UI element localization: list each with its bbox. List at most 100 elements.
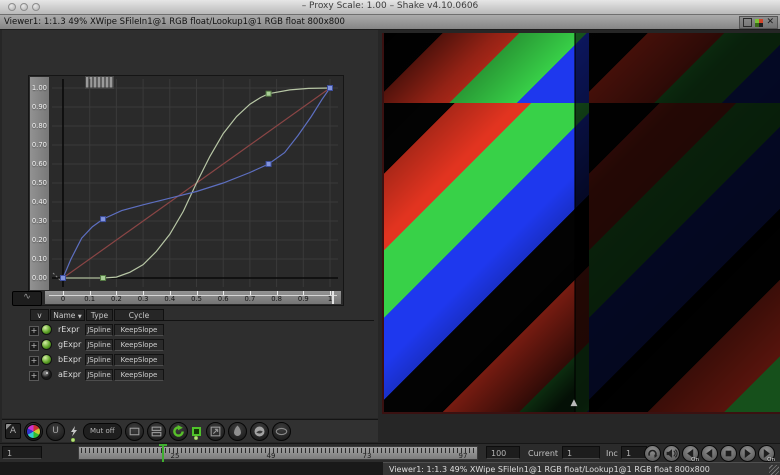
y-tick-label: 0.30 [30,217,47,225]
expand-row-button[interactable]: + [29,326,39,336]
current-label: Current [528,449,558,458]
window-title: – Proxy Scale: 1.00 – Shake v4.10.0606 [0,1,780,11]
y-tick-label: 0.70 [30,141,47,149]
y-tick-label: 0.60 [30,160,47,168]
curve-plot[interactable] [50,77,340,289]
y-tick-label: 0.10 [30,255,47,263]
x-tick-label: 0.9 [295,295,311,303]
viewer-status-text: Viewer1: 1:1.3 49% XWipe SFileIn1@1 RGB … [389,465,710,474]
inc-label: Inc [606,449,618,458]
column-header-visible[interactable]: v [30,309,49,321]
window-titlebar: – Proxy Scale: 1.00 – Shake v4.10.0606 [0,0,780,15]
wipe-right-image [575,33,780,412]
viewer-status-bar: Viewer1: 1:1.3 49% XWipe SFileIn1@1 RGB … [383,462,780,475]
green-square-icon [192,427,201,436]
x-tick-label: 1 [322,295,338,303]
play-button[interactable] [739,445,756,462]
range-end-field[interactable] [486,446,520,459]
keyframe-point[interactable] [61,276,66,281]
expand-row-button[interactable]: + [29,356,39,366]
wipe-left-image [384,33,575,412]
y-tick-label: 0.90 [30,103,47,111]
curve-visibility-knob[interactable] [41,339,52,350]
viewer-image-area[interactable]: ▲ [382,33,780,414]
y-tick-label: 0.20 [30,236,47,244]
wipe-handle-icon[interactable]: ▲ [568,397,580,411]
frame-button[interactable] [125,422,144,441]
compare-button[interactable] [147,422,166,441]
transport-controls: On On [644,445,775,462]
panel-square-icon[interactable] [743,18,752,27]
y-axis-zoom-strip[interactable]: 1.00 0.90 0.80 0.70 0.60 0.50 0.40 0.30 0.20 0.10… [30,77,49,290]
prev-key-button[interactable]: On [682,445,699,462]
y-tick-label: 0.80 [30,122,47,130]
indicator-button[interactable] [191,427,203,436]
strip-end-handle[interactable] [332,291,334,304]
update-mode-button[interactable] [169,422,188,441]
range-start-field[interactable] [2,446,42,459]
curve-name: rExpr [58,325,79,334]
keyframe-point[interactable] [328,86,333,91]
close-x-icon[interactable]: ✕ [766,18,774,27]
audio-button[interactable] [663,445,680,462]
column-header-cycle[interactable]: Cycle [114,309,164,321]
column-header-type[interactable]: Type [86,309,113,321]
curve-cycle-button[interactable]: KeepSlope [114,324,164,336]
x-tick-label: 0.8 [269,295,285,303]
flipbook-button[interactable] [228,422,247,441]
curve-visibility-knob[interactable] [41,324,52,335]
curve-cycle-button[interactable]: KeepSlope [114,354,164,366]
autokey-button[interactable]: A [5,423,21,439]
y-tick-label: 0.00 [30,274,47,282]
y-tick-label: 0.50 [30,179,47,187]
fit-curves-button[interactable]: ∿ [12,291,42,306]
thumbnail-grid-icon[interactable] [755,19,763,27]
color-wheel-icon [26,424,41,439]
keyframe-point[interactable] [266,91,271,96]
curve-cycle-button[interactable]: KeepSlope [114,369,164,381]
time-bar: 25497397 Current Inc On On [0,443,780,463]
bottom-toolbar: A U Mut off [2,419,378,442]
viewer-bar-buttons: ✕ [739,16,778,29]
curve-name: aExpr [58,370,81,379]
shake-window: – Proxy Scale: 1.00 – Shake v4.10.0606 V… [0,0,780,475]
curve-type-button[interactable]: JSpline [85,339,113,351]
stop-button[interactable] [720,445,737,462]
next-key-button[interactable]: On [758,445,775,462]
curve-visibility-knob[interactable] [41,354,52,365]
color-wheel-button[interactable] [24,422,43,441]
expand-button[interactable] [206,422,225,441]
curve-visibility-knob[interactable] [41,369,52,380]
curve-type-button[interactable]: JSpline [85,354,113,366]
ruler-frame-number: 25 [165,452,185,460]
current-frame-field[interactable] [562,446,600,459]
flash-button[interactable] [68,425,80,438]
keyframe-point[interactable] [266,162,271,167]
keyframe-point[interactable] [101,217,106,222]
loop-button[interactable] [644,445,661,462]
column-header-name[interactable]: Name ▼ [50,309,85,321]
proxy-button[interactable] [250,422,269,441]
green-led-icon [194,436,198,440]
viewer-info-text: Viewer1: 1:1.3 49% XWipe SFileIn1@1 RGB … [4,17,345,27]
expand-row-button[interactable]: + [29,341,39,351]
x-axis-zoom-strip[interactable]: 00.10.20.30.40.50.60.70.80.91 [45,291,341,304]
step-back-button[interactable] [701,445,718,462]
curve-type-button[interactable]: JSpline [85,324,113,336]
y-tick-label: 1.00 [30,84,47,92]
misc-button[interactable] [272,422,291,441]
curve-type-button[interactable]: JSpline [85,369,113,381]
curve-name: gExpr [58,340,81,349]
timeline-ruler[interactable]: 25497397 [78,446,478,460]
wipe-split-line[interactable] [574,33,576,412]
x-tick-label: 0.7 [242,295,258,303]
keyframe-point[interactable] [101,276,106,281]
y-tick-label: 0.40 [30,198,47,206]
x-tick-label: 0.1 [82,295,98,303]
curve-cycle-button[interactable]: KeepSlope [114,339,164,351]
mute-button[interactable]: Mut off [83,423,122,440]
expand-row-button[interactable]: + [29,371,39,381]
resize-grip-icon[interactable] [769,465,779,475]
update-button[interactable]: U [46,422,65,441]
status-bar-left [0,462,383,475]
